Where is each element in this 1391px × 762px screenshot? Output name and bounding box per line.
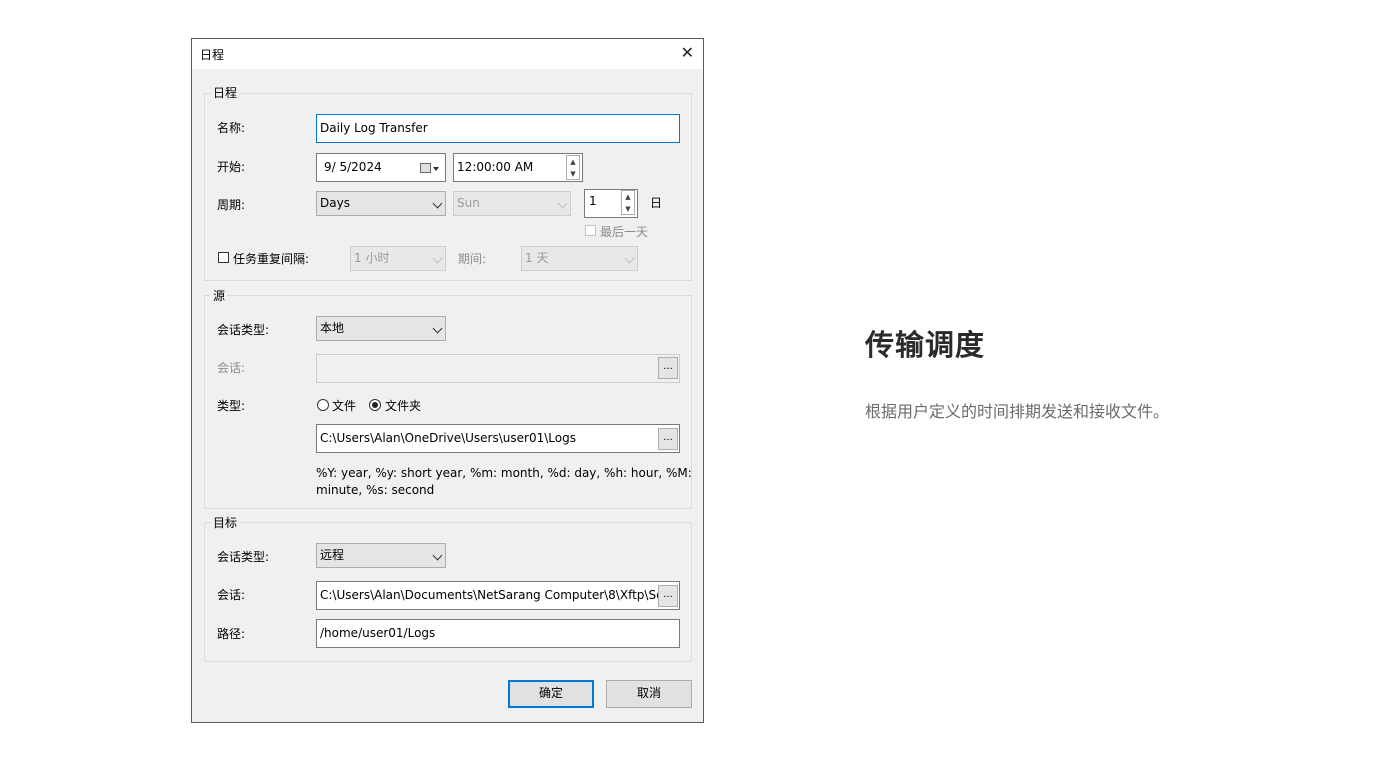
- start-time-input[interactable]: 12:00:00 AM: [453, 153, 583, 182]
- target-path-label: 路径:: [217, 627, 246, 641]
- target-session-label: 会话:: [217, 588, 246, 602]
- source-session-browse-button[interactable]: ...: [658, 357, 678, 379]
- start-time-value: 12:00:00 AM: [457, 160, 534, 174]
- title-bar: 日程 ✕: [192, 39, 703, 69]
- duration-select[interactable]: 1 天: [521, 246, 638, 271]
- cancel-button[interactable]: 取消: [606, 680, 692, 708]
- period-count-value: 1: [589, 194, 597, 208]
- target-session-type-label: 会话类型:: [217, 550, 270, 564]
- source-session-type-label: 会话类型:: [217, 323, 270, 337]
- start-time-spinner[interactable]: ▲ ▼: [566, 155, 580, 180]
- feature-heading: 传输调度: [865, 328, 986, 362]
- type-folder-label: 文件夹: [385, 399, 422, 413]
- period-count-spinner[interactable]: ▲ ▼: [621, 190, 635, 215]
- start-date-value: 9/ 5/2024: [324, 160, 382, 174]
- radio-selected-dot: [372, 402, 378, 408]
- target-legend: 目标: [211, 514, 240, 531]
- spin-up-icon[interactable]: ▲: [567, 156, 579, 168]
- target-session-input[interactable]: C:\Users\Alan\Documents\NetSarang Comput…: [316, 581, 680, 610]
- chevron-down-icon: [624, 253, 635, 264]
- format-hint-line1: %Y: year, %y: short year, %m: month, %d:…: [316, 466, 692, 480]
- source-legend: 源: [211, 287, 228, 304]
- repeat-interval-value: 1 小时: [354, 251, 390, 265]
- duration-label: 期间:: [458, 252, 487, 266]
- source-path-input[interactable]: C:\Users\Alan\OneDrive\Users\user01\Logs: [316, 424, 680, 453]
- feature-description: 根据用户定义的时间排期发送和接收文件。: [865, 402, 1170, 421]
- dialog-title: 日程: [200, 48, 225, 62]
- target-session-type-select[interactable]: 远程: [316, 543, 446, 568]
- source-session-input[interactable]: [316, 354, 680, 383]
- period-label: 周期:: [217, 198, 246, 212]
- repeat-interval-select[interactable]: 1 小时: [350, 246, 446, 271]
- calendar-icon[interactable]: [420, 163, 431, 173]
- weekday-value: Sun: [457, 196, 480, 210]
- schedule-dialog: 日程 ✕ 日程 名称: Daily Log Transfer 开始: 9/ 5/…: [191, 38, 704, 723]
- schedule-legend: 日程: [211, 84, 240, 101]
- name-input[interactable]: Daily Log Transfer: [316, 114, 680, 143]
- type-label: 类型:: [217, 399, 246, 413]
- format-hint-line2: minute, %s: second: [316, 483, 435, 497]
- spin-down-icon[interactable]: ▼: [567, 168, 579, 180]
- source-session-type-value: 本地: [320, 321, 345, 335]
- chevron-down-icon: [432, 253, 443, 264]
- duration-value: 1 天: [525, 251, 549, 265]
- target-path-input[interactable]: /home/user01/Logs: [316, 619, 680, 648]
- type-folder-radio[interactable]: [369, 399, 381, 411]
- chevron-down-icon: [557, 198, 568, 209]
- chevron-down-icon: [432, 198, 443, 209]
- name-label: 名称:: [217, 121, 246, 135]
- source-session-label: 会话:: [217, 361, 246, 375]
- calendar-dropdown-icon[interactable]: [433, 167, 439, 171]
- chevron-down-icon: [432, 323, 443, 334]
- start-label: 开始:: [217, 160, 246, 174]
- day-suffix: 日: [650, 196, 663, 210]
- spin-up-icon[interactable]: ▲: [622, 191, 634, 203]
- last-day-checkbox[interactable]: [585, 225, 596, 236]
- type-file-radio[interactable]: [317, 399, 329, 411]
- ok-button[interactable]: 确定: [508, 680, 594, 708]
- period-unit-select[interactable]: Days: [316, 191, 446, 216]
- type-file-label: 文件: [332, 399, 357, 413]
- spin-down-icon[interactable]: ▼: [622, 203, 634, 215]
- repeat-label: 任务重复间隔:: [233, 252, 310, 266]
- close-icon[interactable]: ✕: [681, 44, 694, 62]
- period-unit-value: Days: [320, 196, 350, 210]
- target-session-type-value: 远程: [320, 548, 345, 562]
- repeat-checkbox[interactable]: [218, 252, 229, 263]
- weekday-select[interactable]: Sun: [453, 191, 571, 216]
- source-path-browse-button[interactable]: ...: [658, 428, 678, 450]
- source-session-type-select[interactable]: 本地: [316, 316, 446, 341]
- target-session-browse-button[interactable]: ...: [658, 585, 678, 607]
- last-day-label: 最后一天: [600, 225, 649, 239]
- chevron-down-icon: [432, 550, 443, 561]
